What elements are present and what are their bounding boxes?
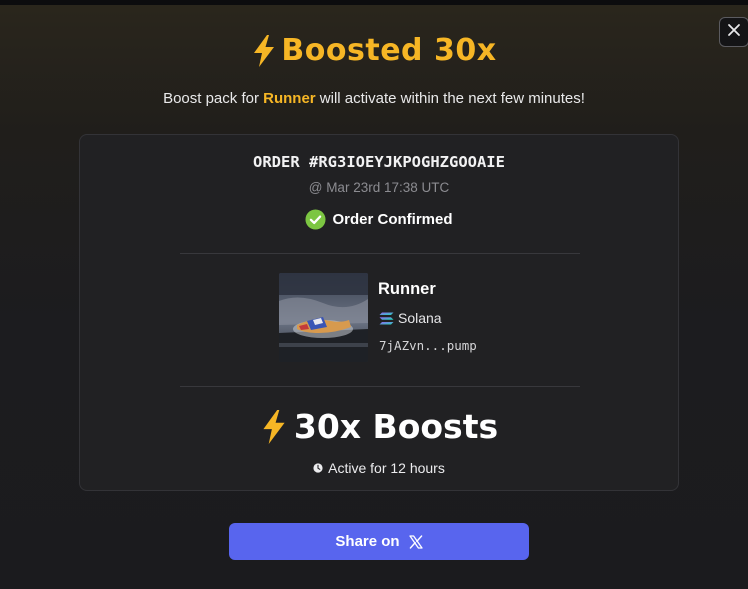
modal-title: Boosted 30x [0, 33, 748, 68]
boost-duration-text: Active for 12 hours [328, 460, 445, 476]
token-chain-label: Solana [398, 310, 442, 326]
lightning-icon [251, 34, 277, 68]
order-date: @ Mar 23rd 17:38 UTC [308, 180, 450, 195]
order-status-text: Order Confirmed [332, 211, 453, 228]
boost-confirmation-modal: Boosted 30x Boost pack for Runner will a… [0, 5, 748, 589]
boost-amount: 30x Boosts [80, 407, 678, 446]
boost-duration: Active for 12 hours [80, 460, 678, 476]
token-chain: Solana [379, 310, 442, 326]
share-button-label: Share on [335, 533, 400, 550]
token-name: Runner [378, 280, 436, 298]
modal-subtitle: Boost pack for Runner will activate with… [0, 90, 748, 107]
boost-amount-text: 30x Boosts [293, 407, 499, 446]
divider [180, 253, 580, 254]
order-id: ORDER #RG3IOEYJKPOGHZGOOAIE [253, 153, 505, 171]
order-status: Order Confirmed [80, 209, 678, 230]
token-address[interactable]: 7jAZvn...pump [379, 338, 477, 353]
check-circle-icon [305, 209, 327, 230]
token-image [279, 273, 368, 362]
subtitle-suffix: will activate within the next few minute… [315, 90, 585, 107]
lightning-icon [260, 409, 288, 445]
subtitle-prefix: Boost pack for [163, 90, 264, 107]
clock-icon [313, 463, 323, 473]
share-on-x-button[interactable]: Share on [229, 523, 529, 560]
x-logo-icon [408, 534, 423, 549]
divider [180, 386, 580, 387]
solana-icon [379, 312, 394, 325]
subtitle-token-name: Runner [263, 90, 316, 107]
order-card: ORDER #RG3IOEYJKPOGHZGOOAIE @ Mar 23rd 1… [79, 134, 679, 491]
modal-title-text: Boosted 30x [281, 33, 497, 68]
